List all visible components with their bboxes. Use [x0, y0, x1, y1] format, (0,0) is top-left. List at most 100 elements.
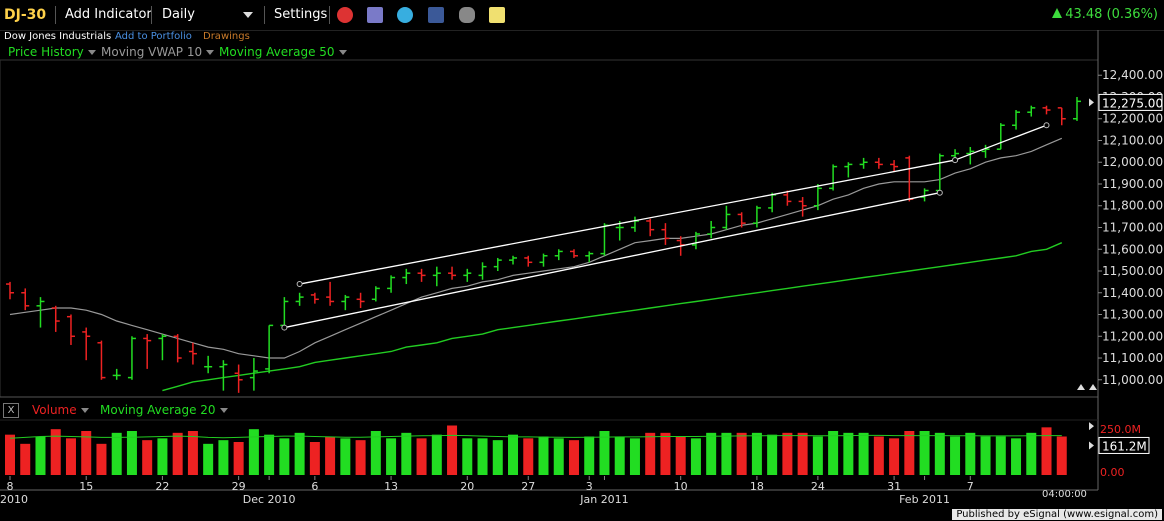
- ohlc-bar: [813, 183, 822, 211]
- time-tick-label: 20: [460, 480, 474, 493]
- publisher-footer: Published by eSignal (www.esignal.com): [952, 509, 1162, 520]
- ohlc-bar: [844, 162, 853, 178]
- time-tick-label: 15: [79, 480, 93, 493]
- current-volume-label: 161.2M: [1102, 439, 1147, 453]
- volume-bar: [386, 438, 397, 475]
- ohlc-bar: [463, 268, 472, 282]
- volume-bar: [660, 432, 671, 475]
- legend-volume[interactable]: Volume: [32, 402, 89, 418]
- trendline-handle: [936, 189, 943, 196]
- volume-bar: [294, 432, 305, 475]
- toolbar-divider: [264, 6, 265, 24]
- time-tick-label: Feb 2011: [899, 493, 950, 506]
- alarm-clock-icon[interactable]: [337, 7, 353, 23]
- ohlc-bar: [569, 249, 578, 258]
- volume-bar: [142, 440, 153, 475]
- ohlc-bar: [524, 255, 533, 267]
- current-volume-marker: [1089, 441, 1094, 450]
- ohlc-bar: [615, 220, 624, 241]
- ohlc-bar: [661, 223, 670, 245]
- volume-bar: [706, 432, 717, 475]
- volume-bar: [477, 438, 488, 475]
- volume-bar: [828, 431, 839, 475]
- ohlc-bar: [219, 360, 228, 391]
- ohlc-bar: [737, 212, 746, 228]
- time-tick-label: 31: [887, 480, 901, 493]
- settings-button[interactable]: Settings: [274, 0, 327, 30]
- volume-tick-label: 250.0M: [1100, 423, 1141, 436]
- binoculars-icon[interactable]: [459, 7, 475, 23]
- ohlc-bar: [478, 262, 487, 280]
- time-tick-label: 29: [232, 480, 246, 493]
- ohlc-bar: [173, 334, 182, 363]
- volume-bar: [508, 434, 519, 475]
- volume-bar: [553, 438, 564, 475]
- ohlc-bar: [36, 297, 45, 328]
- volume-bar: [614, 436, 625, 475]
- scroll-up-icon: [1089, 384, 1097, 390]
- chevron-down-icon: [219, 408, 228, 413]
- volume-bar: [50, 429, 61, 475]
- volume-bar: [65, 438, 76, 475]
- legend-ma50[interactable]: Moving Average 50: [219, 44, 347, 60]
- ohlc-bar: [249, 358, 258, 391]
- ohlc-bar: [265, 324, 274, 374]
- volume-bar: [172, 432, 183, 475]
- add-indicator-button[interactable]: Add Indicator: [65, 0, 152, 30]
- ohlc-bar: [981, 144, 990, 158]
- ohlc-bar: [996, 123, 1005, 150]
- volume-bar: [157, 438, 168, 475]
- price-tick-label: 11,000.00: [1102, 373, 1163, 387]
- ohlc-bar: [51, 305, 60, 332]
- trendline: [299, 159, 956, 285]
- volume-bar: [812, 436, 823, 475]
- price-tick-label: 11,900.00: [1102, 177, 1163, 191]
- time-tick-label: Dec 2010: [243, 493, 296, 506]
- cube-icon[interactable]: [367, 7, 383, 23]
- volume-bar: [401, 432, 412, 475]
- ohlc-bar: [752, 205, 761, 228]
- time-tick-label: Jan 2011: [579, 493, 628, 506]
- time-readout: 04:00:00: [1042, 489, 1087, 500]
- twitter-icon[interactable]: [397, 7, 413, 23]
- toolbar-divider: [151, 6, 152, 24]
- close-panel-button[interactable]: X: [3, 403, 19, 418]
- volume-bar: [1011, 438, 1022, 475]
- price-tick-label: 12,200.00: [1102, 112, 1163, 126]
- current-price-box: [1098, 93, 1163, 111]
- ohlc-bar: [82, 327, 91, 361]
- toolbar-divider: [329, 6, 330, 24]
- trendline: [954, 124, 1047, 161]
- time-tick-label: 18: [750, 480, 764, 493]
- price-change-value: 43.48 (0.36%): [1065, 7, 1158, 22]
- ticker-symbol[interactable]: DJ-30: [4, 0, 46, 30]
- legend-vwap[interactable]: Moving VWAP 10: [101, 44, 215, 60]
- price-tick-label: 11,200.00: [1102, 329, 1163, 343]
- interval-select[interactable]: Daily: [162, 0, 257, 30]
- volume-ma20-line: [9, 434, 1062, 439]
- ohlc-bar: [432, 266, 441, 287]
- volume-bar: [782, 432, 793, 475]
- ohlc-bar: [280, 297, 289, 328]
- volume-bar: [492, 440, 503, 475]
- legend-price-history[interactable]: Price History: [8, 44, 96, 60]
- sticky-note-icon[interactable]: [489, 7, 505, 23]
- price-tick-label: 11,600.00: [1102, 242, 1163, 256]
- ohlc-bar: [6, 281, 14, 300]
- legend-vol-ma20-label: Moving Average 20: [100, 403, 216, 417]
- volume-bar: [721, 432, 732, 475]
- volume-bar: [873, 436, 884, 475]
- add-to-portfolio-link[interactable]: Add to Portfolio: [115, 30, 192, 44]
- volume-bar: [1041, 427, 1052, 475]
- ohlc-bar: [1012, 110, 1021, 130]
- legend-vol-ma20[interactable]: Moving Average 20: [100, 402, 228, 418]
- facebook-icon[interactable]: [428, 7, 444, 23]
- drawings-link[interactable]: Drawings: [203, 30, 250, 44]
- ohlc-bar: [691, 231, 700, 250]
- volume-bar: [584, 436, 595, 475]
- price-change: 43.48 (0.36%): [1052, 0, 1158, 30]
- trendline: [284, 192, 940, 329]
- volume-bar: [187, 431, 198, 475]
- volume-bar: [995, 436, 1006, 475]
- legend-ma50-label: Moving Average 50: [219, 45, 335, 59]
